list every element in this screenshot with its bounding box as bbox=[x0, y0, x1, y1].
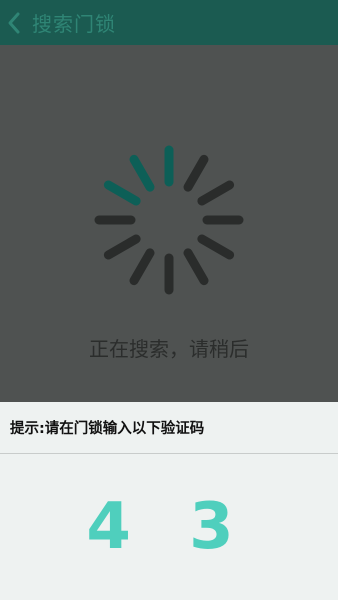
verification-panel: 提示:请在门锁输入以下验证码 4 3 bbox=[0, 402, 338, 600]
searching-status-text: 正在搜索，请稍后 bbox=[89, 337, 249, 361]
spinner-spoke bbox=[129, 248, 155, 286]
verification-hint: 提示:请在门锁输入以下验证码 bbox=[10, 421, 205, 437]
spinner-spoke bbox=[197, 180, 235, 206]
spinner-spoke bbox=[103, 180, 141, 206]
divider bbox=[0, 453, 338, 454]
verification-code: 4 3 bbox=[86, 490, 252, 564]
page-title: 搜索门锁 bbox=[32, 12, 116, 36]
spinner-spoke bbox=[129, 154, 155, 192]
spinner-spoke bbox=[183, 248, 209, 286]
spinner-spoke bbox=[197, 234, 235, 260]
back-arrow-icon[interactable] bbox=[6, 0, 30, 45]
app-header: 搜索门锁 bbox=[0, 0, 338, 45]
spinner-spoke bbox=[103, 234, 141, 260]
spinner-spoke bbox=[183, 154, 209, 192]
loading-overlay: 正在搜索，请稍后 bbox=[0, 45, 338, 402]
